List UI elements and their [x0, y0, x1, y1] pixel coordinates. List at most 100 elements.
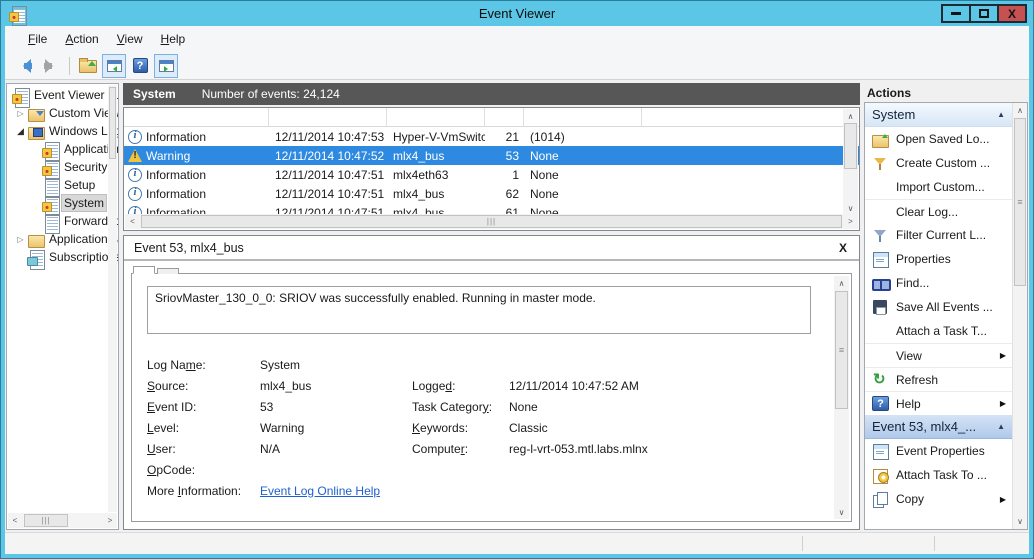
- scrollbar-thumb[interactable]: ≡: [1014, 118, 1026, 286]
- refresh-icon: [872, 372, 889, 388]
- action-item[interactable]: Find...: [865, 271, 1012, 295]
- collapse-arrow-icon[interactable]: ▲: [997, 422, 1005, 431]
- event-row[interactable]: Information 12/11/2014 10:47:51 AM mlx4e…: [124, 165, 859, 184]
- scroll-up-button[interactable]: ∧: [843, 109, 858, 123]
- event-row[interactable]: Warning 12/11/2014 10:47:52 AM mlx4_bus …: [124, 146, 859, 165]
- menu-item[interactable]: Action: [56, 28, 107, 50]
- scrollbar-thumb[interactable]: [844, 123, 857, 169]
- field-label: OpCode:: [147, 463, 260, 477]
- collapsed-expander-icon[interactable]: ▷: [13, 109, 28, 118]
- tree-item[interactable]: Setup: [7, 176, 118, 194]
- action-item[interactable]: Import Custom...: [865, 175, 1012, 199]
- detail-vertical-scrollbar[interactable]: ∧ ≡ ∨: [834, 276, 849, 519]
- detail-tabs: [124, 261, 859, 274]
- toolbar-button[interactable]: [76, 54, 100, 78]
- action-item[interactable]: Open Saved Lo...: [865, 127, 1012, 151]
- tab[interactable]: [157, 268, 179, 274]
- action-item[interactable]: View ▶: [865, 343, 1012, 367]
- toolbar-button[interactable]: [154, 54, 178, 78]
- action-item[interactable]: Save All Events ...: [865, 295, 1012, 319]
- action-item[interactable]: Event Properties: [865, 439, 1012, 463]
- open-folder-icon: [79, 60, 97, 73]
- tree-item-label: System: [62, 195, 106, 211]
- action-label: Attach a Task T...: [896, 324, 987, 338]
- log-title-bar: System Number of events: 24,124: [123, 83, 860, 105]
- toolbar-button[interactable]: [128, 54, 152, 78]
- action-label: Filter Current L...: [896, 228, 986, 242]
- tree-horizontal-scrollbar[interactable]: < ||| >: [8, 513, 117, 528]
- actions-group-header-system[interactable]: System ▲: [865, 103, 1012, 127]
- column-header[interactable]: [485, 108, 524, 126]
- minimize-button[interactable]: [941, 4, 971, 23]
- tree-item[interactable]: ▷ Applications and Services Logs: [7, 230, 118, 248]
- event-count: Number of events: 24,124: [202, 87, 340, 101]
- event-log-online-help-link[interactable]: Event Log Online Help: [260, 484, 380, 498]
- tree-vertical-scrollbar[interactable]: [108, 85, 117, 512]
- list-horizontal-scrollbar[interactable]: < ||| >: [125, 214, 858, 229]
- toolbar-button[interactable]: [13, 54, 37, 78]
- detail-close-button[interactable]: X: [837, 241, 849, 255]
- scroll-up-button[interactable]: ∧: [1013, 103, 1027, 118]
- column-header[interactable]: [524, 108, 642, 126]
- collapse-arrow-icon[interactable]: ▲: [997, 110, 1005, 119]
- expanded-expander-icon[interactable]: ◢: [13, 126, 28, 137]
- actions-vertical-scrollbar[interactable]: ∧ ≡ ∨: [1012, 103, 1027, 529]
- action-item[interactable]: Help ▶: [865, 391, 1012, 415]
- column-headers: [124, 108, 859, 127]
- tree-item[interactable]: Event Viewer (Local): [7, 86, 118, 104]
- action-item[interactable]: Clear Log...: [865, 199, 1012, 223]
- action-label: Open Saved Lo...: [896, 132, 989, 146]
- event-row[interactable]: Information 12/11/2014 10:47:51 AM mlx4_…: [124, 184, 859, 203]
- tree-item[interactable]: Security: [7, 158, 118, 176]
- scrollbar-thumb[interactable]: |||: [24, 514, 68, 527]
- close-button[interactable]: X: [997, 4, 1027, 23]
- tree-item[interactable]: Application: [7, 140, 118, 158]
- funnel-icon: [872, 227, 889, 243]
- scrollbar-thumb[interactable]: |||: [141, 215, 842, 228]
- action-item[interactable]: Copy ▶: [865, 487, 1012, 511]
- scroll-right-button[interactable]: >: [843, 214, 858, 229]
- scroll-up-button[interactable]: ∧: [834, 276, 849, 290]
- scrollbar-thumb[interactable]: ≡: [835, 291, 848, 409]
- action-item[interactable]: Attach a Task T...: [865, 319, 1012, 343]
- scrollbar-grip: ≡: [839, 348, 844, 353]
- list-vertical-scrollbar[interactable]: ∧ ∨: [843, 109, 858, 215]
- scroll-down-button[interactable]: ∨: [1013, 514, 1027, 529]
- tree-item[interactable]: System: [7, 194, 118, 212]
- action-item[interactable]: Filter Current L...: [865, 223, 1012, 247]
- date-cell: 12/11/2014 10:47:51 AM: [269, 187, 387, 201]
- toolbar-button[interactable]: [39, 54, 63, 78]
- tab[interactable]: [133, 266, 155, 274]
- evtvwr-icon: [13, 88, 29, 103]
- action-item[interactable]: Refresh: [865, 367, 1012, 391]
- scroll-down-button[interactable]: ∨: [834, 505, 849, 519]
- toolbar-button[interactable]: [102, 54, 126, 78]
- actions-group-header-event[interactable]: Event 53, mlx4_... ▲: [865, 415, 1012, 439]
- event-row[interactable]: Information 12/11/2014 10:47:53 AM Hyper…: [124, 127, 859, 146]
- column-header[interactable]: [269, 108, 387, 126]
- maximize-button[interactable]: [969, 4, 999, 23]
- scrollbar-thumb[interactable]: [109, 87, 116, 159]
- menu-item[interactable]: Help: [152, 28, 195, 50]
- menu-item[interactable]: View: [108, 28, 152, 50]
- tree-item[interactable]: Forwarded Events: [7, 212, 118, 230]
- action-label: Save All Events ...: [896, 300, 993, 314]
- scroll-down-button[interactable]: ∨: [843, 201, 858, 215]
- props-icon: [872, 443, 889, 459]
- field-label: Event ID:: [147, 400, 260, 414]
- menu-item[interactable]: File: [19, 28, 56, 50]
- tree-item[interactable]: Subscriptions: [7, 248, 118, 266]
- collapsed-expander-icon[interactable]: ▷: [13, 235, 28, 244]
- column-header[interactable]: [124, 108, 269, 126]
- scroll-right-button[interactable]: >: [103, 513, 117, 528]
- scroll-left-button[interactable]: <: [8, 513, 22, 528]
- column-header[interactable]: [387, 108, 485, 126]
- scroll-left-button[interactable]: <: [125, 214, 140, 229]
- detail-title: Event 53, mlx4_bus: [134, 241, 244, 255]
- action-item[interactable]: Attach Task To ...: [865, 463, 1012, 487]
- scrollbar-grip: ≡: [1017, 200, 1022, 205]
- event-viewer-window: Event Viewer X FileActionViewHelp Event …: [0, 0, 1034, 559]
- tree-item[interactable]: ◢ Windows Logs: [7, 122, 118, 140]
- action-item[interactable]: Properties: [865, 247, 1012, 271]
- action-item[interactable]: Create Custom ...: [865, 151, 1012, 175]
